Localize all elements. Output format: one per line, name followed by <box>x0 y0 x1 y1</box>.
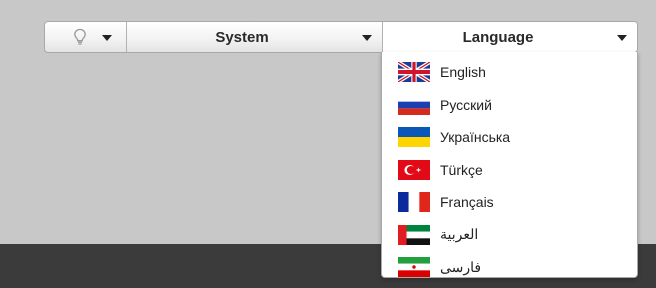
system-menu-button[interactable]: System <box>126 22 382 52</box>
language-option-english[interactable]: English <box>398 56 510 89</box>
language-option-persian[interactable]: فارسی <box>398 251 510 284</box>
language-option-arabic[interactable]: العربية <box>398 219 510 252</box>
chevron-down-icon <box>617 35 627 41</box>
language-option-french[interactable]: Français <box>398 186 510 219</box>
language-option-label: English <box>440 64 486 81</box>
language-option-label: Français <box>440 194 494 211</box>
language-menu-label: Language <box>462 28 534 46</box>
turkey-flag-icon <box>398 159 430 180</box>
chevron-down-icon <box>362 35 372 41</box>
russia-flag-icon <box>398 94 430 115</box>
lightbulb-icon <box>73 28 87 51</box>
iran-flag-icon <box>398 257 430 278</box>
language-option-ukrainian[interactable]: Українська <box>398 121 510 154</box>
language-option-label: العربية <box>440 226 479 243</box>
language-dropdown: English Русский Українська Türkçe França… <box>381 52 638 278</box>
top-menubar: System Language <box>44 21 638 53</box>
language-option-label: فارسی <box>440 258 482 275</box>
uk-flag-icon <box>398 62 430 83</box>
hint-menu-button[interactable] <box>45 22 126 52</box>
language-option-turkish[interactable]: Türkçe <box>398 154 510 187</box>
language-option-label: Türkçe <box>440 161 483 178</box>
language-list: English Русский Українська Türkçe França… <box>398 56 510 284</box>
language-menu-button[interactable]: Language <box>382 22 637 52</box>
language-option-label: Українська <box>440 129 511 146</box>
chevron-down-icon <box>102 35 112 41</box>
language-option-russian[interactable]: Русский <box>398 89 510 122</box>
system-menu-label: System <box>215 28 269 46</box>
language-option-label: Русский <box>440 96 492 113</box>
ukraine-flag-icon <box>398 127 430 148</box>
uae-flag-icon <box>398 224 430 245</box>
france-flag-icon <box>398 192 430 213</box>
